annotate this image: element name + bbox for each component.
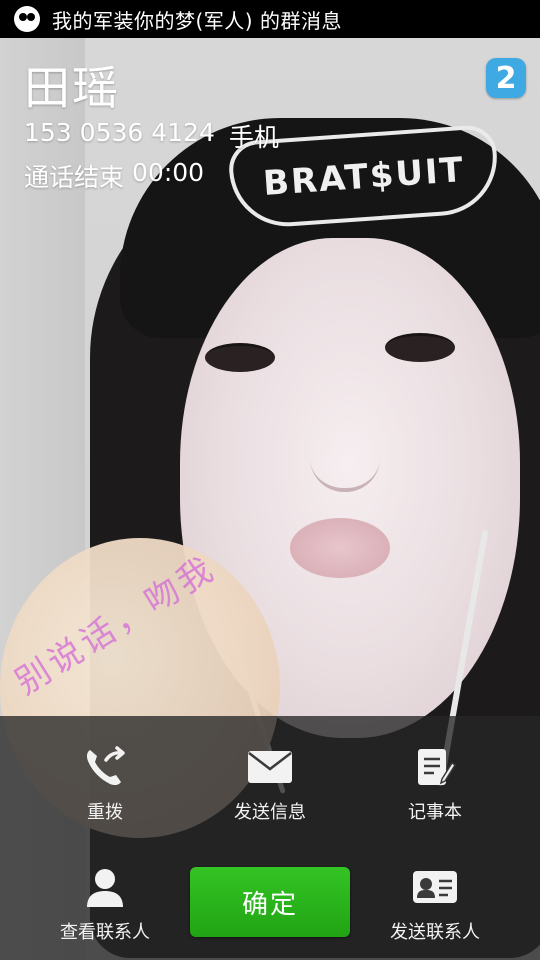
redial-phone-icon — [25, 744, 185, 790]
send-contact-label: 发送联系人 — [390, 922, 480, 943]
call-status: 通话结束 — [24, 163, 125, 192]
redial-button[interactable]: 重拨 — [25, 744, 185, 824]
send-contact-button[interactable]: 发送联系人 — [355, 864, 515, 944]
redial-label: 重拨 — [87, 802, 123, 823]
notepad-icon — [355, 744, 515, 790]
photo-left-eye — [205, 343, 275, 372]
status-bar: 我的军装你的梦(军人) 的群消息 — [0, 0, 540, 38]
call-duration: 00:00 — [132, 158, 205, 187]
caller-number: 153 0536 4124 — [24, 118, 215, 147]
confirm-button[interactable]: 确定 — [190, 867, 350, 937]
contact-card-icon — [355, 864, 515, 910]
view-contact-label: 查看联系人 — [60, 922, 150, 943]
notification-text: 我的军装你的梦(军人) 的群消息 — [52, 8, 342, 33]
call-status-row: 通话结束 00:00 — [24, 158, 204, 194]
sim-badge: 2 — [486, 58, 526, 98]
notepad-button[interactable]: 记事本 — [355, 744, 515, 824]
caller-number-row: 153 0536 4124 手机 — [24, 118, 279, 154]
person-icon — [25, 864, 185, 910]
photo-lips — [290, 518, 390, 578]
group-message-icon — [14, 6, 40, 32]
number-type: 手机 — [228, 123, 279, 152]
send-sms-label: 发送信息 — [234, 802, 306, 823]
view-contact-button[interactable]: 查看联系人 — [25, 864, 185, 944]
notepad-label: 记事本 — [408, 802, 462, 823]
send-sms-button[interactable]: 发送信息 — [190, 744, 350, 824]
caller-name: 田瑶 — [24, 61, 120, 115]
envelope-icon — [190, 744, 350, 790]
photo-right-eye — [385, 333, 455, 362]
